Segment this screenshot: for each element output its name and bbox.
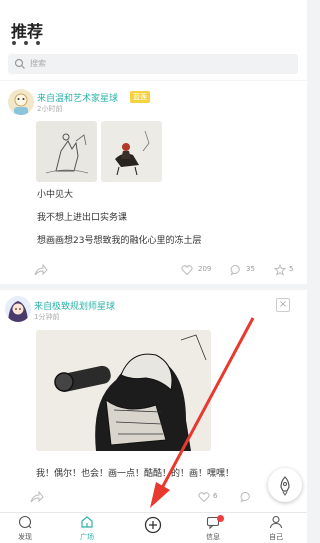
avatar[interactable] — [5, 296, 31, 322]
share-icon — [34, 264, 48, 276]
tab-profile[interactable]: 自己 — [256, 515, 296, 543]
tab-label: 自己 — [269, 533, 283, 541]
tab-discover[interactable]: 发现 — [5, 515, 45, 543]
star-badge: 蓝莲 — [130, 91, 150, 103]
post-text-line: 小中见大 — [37, 190, 74, 200]
post-time: 2小时前 — [37, 105, 63, 113]
comment-count: 35 — [246, 265, 255, 273]
search-bar[interactable]: 搜索 — [8, 54, 298, 74]
tab-label: 信息 — [206, 533, 220, 541]
heart-icon — [181, 265, 193, 276]
like-count: 6 — [213, 492, 218, 500]
post-image[interactable] — [36, 330, 211, 451]
share-button[interactable] — [30, 491, 44, 503]
post-text-line: 我！偶尔！也会！画一点！酷酷！的！画！嘿嘿！ — [36, 469, 235, 479]
comment-button[interactable]: 35 — [230, 264, 262, 276]
star-button[interactable]: 5 — [274, 264, 300, 276]
like-button[interactable]: 209 — [181, 264, 217, 276]
share-button[interactable] — [34, 264, 48, 276]
compass-icon — [18, 515, 32, 529]
post-author[interactable]: 来自温和艺术家星球 — [37, 91, 118, 104]
rocket-icon — [280, 476, 290, 496]
like-button[interactable]: 6 — [198, 491, 224, 503]
post-text-line: 想画画想23号想致我的融化心里的冻土层 — [37, 236, 202, 246]
user-icon — [269, 515, 283, 529]
search-icon — [14, 58, 25, 69]
post-time: 1分钟前 — [34, 313, 60, 321]
star-count: 5 — [289, 265, 294, 273]
tab-add[interactable] — [133, 516, 173, 543]
tab-square[interactable]: 广场 — [67, 515, 107, 543]
avatar[interactable] — [8, 89, 34, 115]
heart-icon — [198, 492, 210, 503]
post-card[interactable]: 来自温和艺术家星球 蓝莲 2小时前 小中见大 我不想上进出口实务课 想画画想23… — [0, 81, 307, 284]
home-icon — [81, 516, 93, 528]
like-count: 209 — [198, 265, 212, 273]
tab-messages[interactable]: 信息 — [193, 515, 233, 543]
comment-icon — [230, 265, 240, 276]
post-author[interactable]: 来自极致规划师星球 — [34, 299, 115, 312]
app-header: 推荐 搜索 — [0, 0, 307, 80]
notification-badge — [217, 515, 224, 522]
close-button[interactable]: × — [276, 298, 290, 312]
star-icon — [274, 264, 286, 276]
bottom-tab-bar: 发现 广场 信息 自己 — [0, 512, 307, 543]
add-icon — [144, 516, 162, 534]
search-placeholder: 搜索 — [30, 59, 46, 68]
share-icon — [30, 491, 44, 503]
post-image[interactable] — [101, 121, 162, 182]
post-text-line: 我不想上进出口实务课 — [37, 213, 128, 223]
tab-label: 发现 — [18, 533, 32, 541]
comment-button[interactable] — [240, 491, 254, 503]
more-dots-icon[interactable] — [12, 41, 44, 47]
comment-icon — [240, 492, 250, 503]
post-image[interactable] — [36, 121, 97, 182]
page-title: 推荐 — [11, 22, 44, 41]
post-card[interactable]: 来自极致规划师星球 1分钟前 × 我！偶尔！也会！画一点！酷酷！的！画！嘿嘿！ … — [0, 290, 307, 512]
floating-action-button[interactable] — [268, 468, 302, 502]
tab-label: 广场 — [80, 533, 94, 541]
